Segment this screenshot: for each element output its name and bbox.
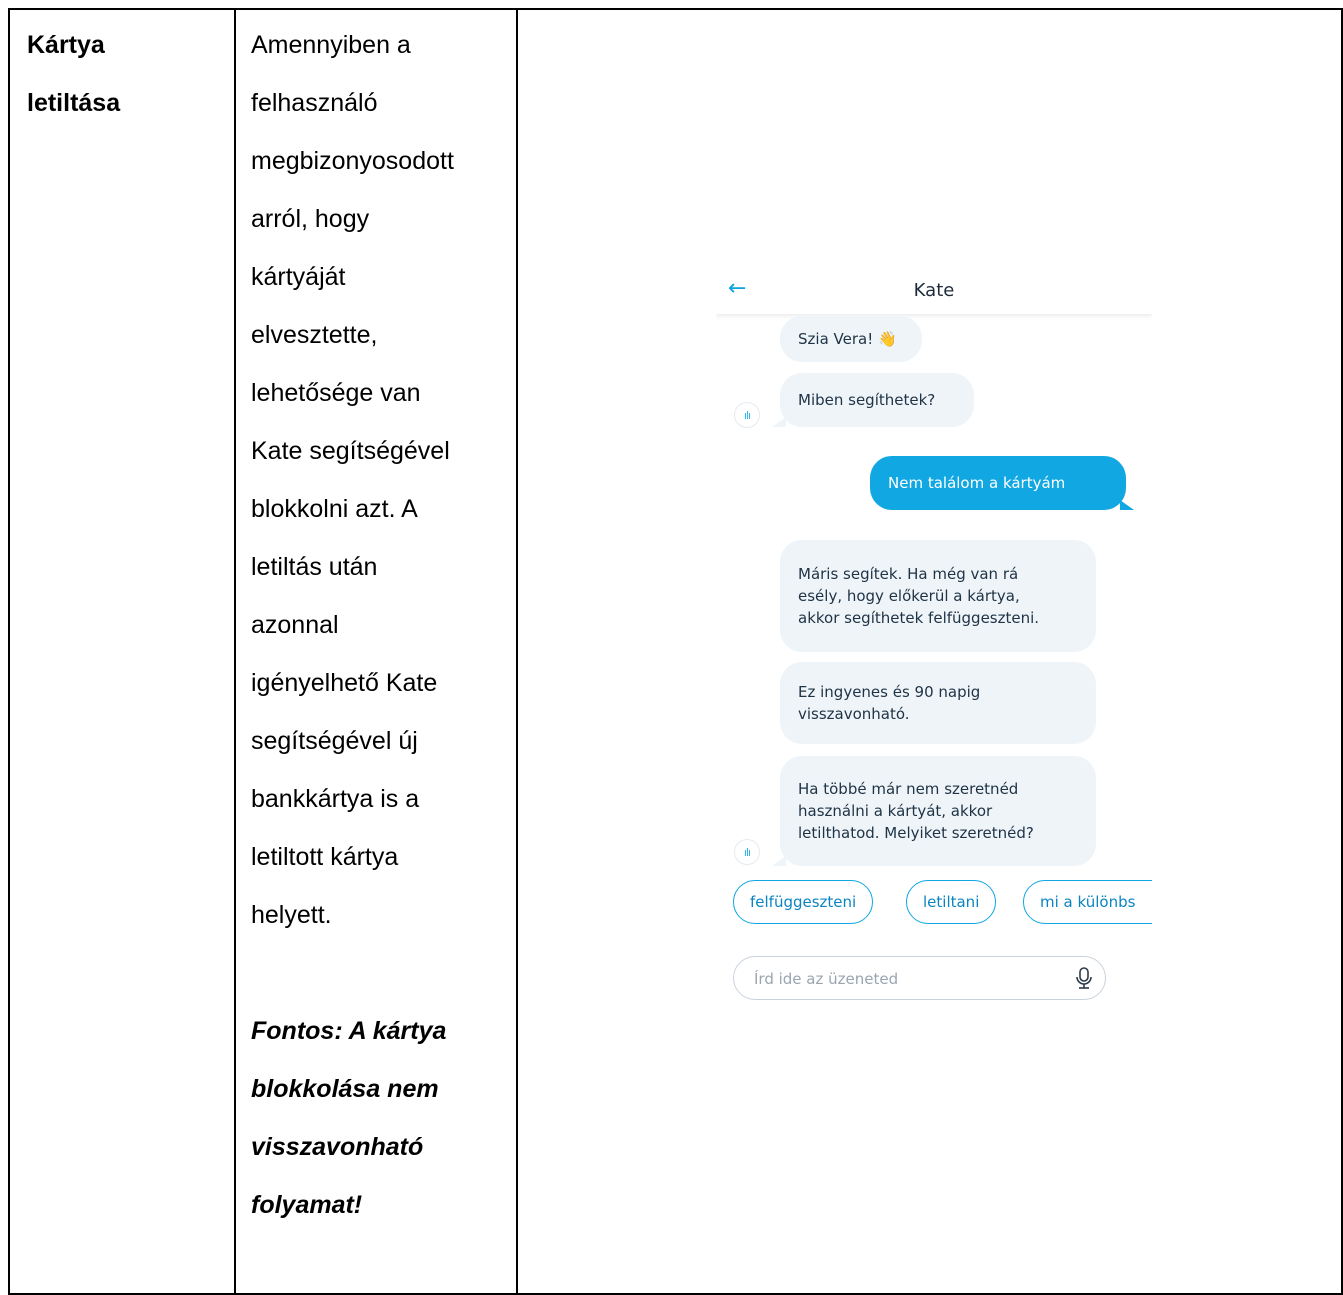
bot-voice-icon: ılı (734, 402, 760, 428)
description-line: segítségével új (251, 727, 418, 755)
chat-message-bot: Ez ingyenes és 90 napig visszavonható. (780, 662, 1096, 744)
description-line: lehetősége van (251, 379, 421, 407)
description-line: igényelhető Kate (251, 669, 438, 697)
chat-message-bot: Ha többé már nem szeretnéd használni a k… (772, 756, 1096, 866)
quick-reply-suspend[interactable]: felfüggeszteni (733, 880, 874, 924)
feature-description-cell: Amennyiben a felhasználó megbizonyosodot… (234, 8, 518, 1295)
chat-message-bot: Szia Vera! 👋 (780, 316, 922, 362)
feature-title-line: Kártya (27, 31, 105, 59)
chat-header: ← Kate (716, 266, 1152, 315)
note-line: blokkolása nem (251, 1075, 439, 1103)
message-text: Szia Vera! 👋 (798, 330, 897, 348)
important-note: Fontos: A kártya blokkolása nem visszavo… (251, 1002, 516, 1234)
message-line: esély, hogy előkerül a kártya, (798, 587, 1020, 605)
message-line: Ha többé már nem szeretnéd (798, 780, 1019, 798)
message-line: használni a kártyát, akkor (798, 802, 993, 820)
note-line: folyamat! (251, 1191, 363, 1219)
message-line: akkor segíthetek felfüggeszteni. (798, 609, 1040, 627)
description-line: letiltás után (251, 553, 378, 581)
chat-message-bot: Miben segíthetek? (772, 373, 974, 427)
description-line: blokkolni azt. A (251, 495, 418, 523)
message-line: visszavonható. (798, 705, 910, 723)
description-line: bankkártya is a (251, 785, 420, 813)
description-line: elvesztette, (251, 321, 378, 349)
description-line: azonnal (251, 611, 339, 639)
quick-reply-difference[interactable]: mi a különbs (1023, 880, 1152, 924)
description-line: kártyáját (251, 263, 346, 291)
feature-description: Amennyiben a felhasználó megbizonyosodot… (251, 16, 516, 944)
message-text: Miben segíthetek? (798, 391, 936, 409)
feature-title-cell: Kártya letiltása (8, 8, 236, 1295)
quick-reply-block[interactable]: letiltani (906, 880, 997, 924)
bot-voice-icon: ılı (734, 839, 760, 865)
description-line: letiltott kártya (251, 843, 399, 871)
message-line: Ez ingyenes és 90 napig (798, 683, 981, 701)
chat-message-user: Nem találom a kártyám (870, 456, 1134, 510)
microphone-icon[interactable] (1073, 966, 1095, 990)
description-line: Kate segítségével (251, 437, 450, 465)
note-line: Fontos: A kártya (251, 1017, 447, 1045)
note-line: visszavonható (251, 1133, 424, 1161)
message-line: Máris segítek. Ha még van rá (798, 565, 1019, 583)
chat-screenshot: ← Kate Szia Vera! 👋 Miben segíthetek? ıl… (716, 266, 1152, 1011)
chat-title: Kate (913, 280, 955, 301)
description-line: helyett. (251, 901, 332, 929)
chat-message-bot: Máris segítek. Ha még van rá esély, hogy… (780, 540, 1096, 652)
description-line: arról, hogy (251, 205, 370, 233)
description-line: megbizonyosodott (251, 147, 454, 175)
message-line: letilthatod. Melyiket szeretnéd? (798, 824, 1034, 842)
feature-title: Kártya letiltása (27, 16, 234, 132)
description-line: felhasználó (251, 89, 378, 117)
feature-title-line: letiltása (27, 89, 121, 117)
description-line: Amennyiben a (251, 31, 411, 59)
message-input-box[interactable] (733, 956, 1106, 1000)
message-text: Nem találom a kártyám (888, 474, 1066, 492)
message-input[interactable] (752, 957, 1066, 1000)
